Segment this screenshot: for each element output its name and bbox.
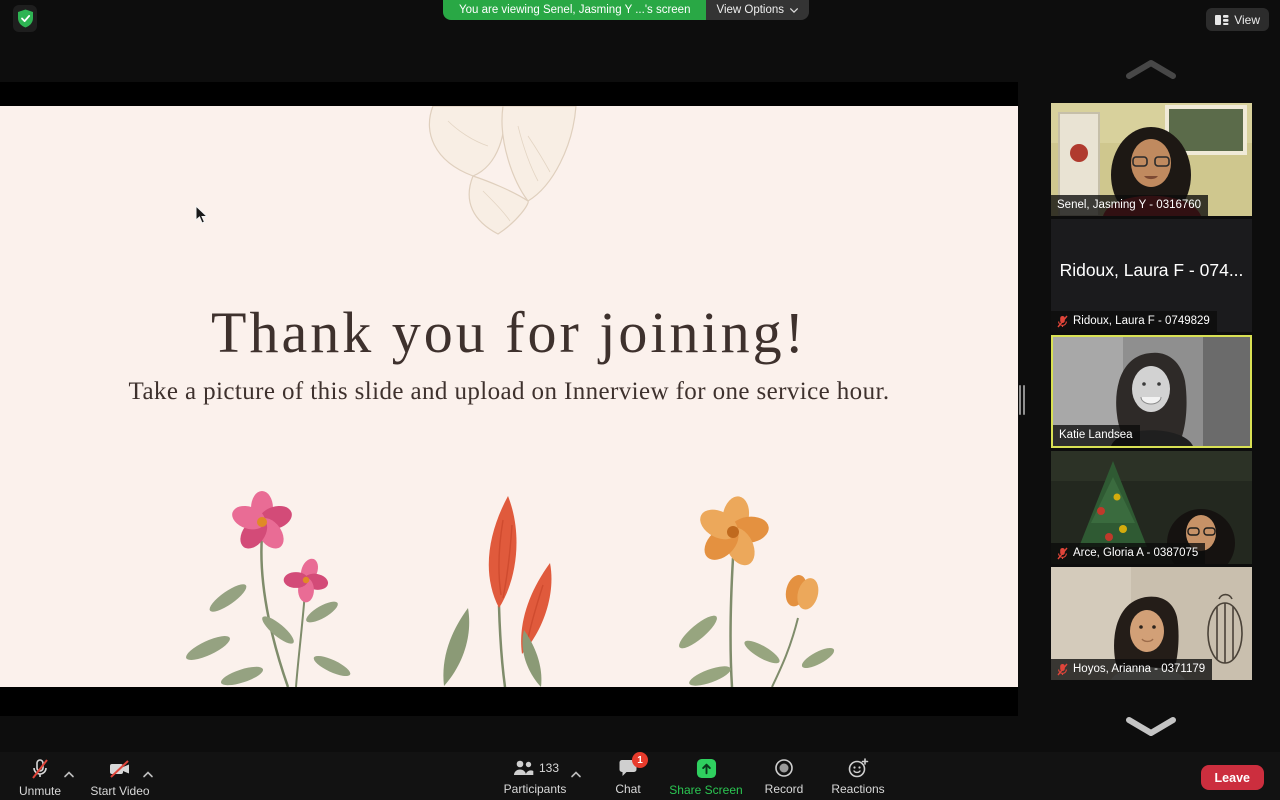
reactions-button[interactable]: Reactions [822,758,894,796]
remote-cursor-icon [195,205,209,224]
viewing-banner-text: You are viewing Senel, Jasming Y ...'s s… [443,0,707,20]
record-button[interactable]: Record [754,758,814,796]
pink-flower [186,491,351,687]
red-spike-flower [443,496,552,687]
sketch-flower-decoration [428,106,577,235]
chevron-down-icon [1126,717,1176,736]
unmute-options-caret[interactable] [63,765,75,783]
muted-mic-icon [1057,663,1068,675]
participants-count: 133 [538,761,560,775]
participant-tile-katie-active-speaker[interactable]: Katie Landsea [1051,335,1252,448]
chat-button[interactable]: 1 Chat [602,752,654,796]
share-screen-label: Share Screen [669,783,743,797]
participants-options-caret[interactable] [570,765,582,783]
orange-flower [679,496,835,687]
participant-name-label: Arce, Gloria A - 0387075 [1051,543,1206,564]
record-circle-icon [775,759,793,777]
unmute-button[interactable]: Unmute [10,758,70,798]
view-options-label: View Options [716,4,785,16]
security-button[interactable] [13,5,37,32]
start-video-label: Start Video [90,784,150,798]
people-icon [513,760,534,775]
share-screen-arrow-icon [696,758,716,779]
video-options-caret[interactable] [142,765,154,783]
presentation-slide: Thank you for joining! Take a picture of… [0,106,1018,687]
participant-tile-senel[interactable]: Senel, Jasming Y - 0316760 [1051,103,1252,216]
muted-mic-icon [1057,547,1068,559]
participants-scroll-up[interactable] [1125,58,1177,85]
participants-label: Participants [503,782,567,796]
share-screen-button[interactable]: Share Screen [664,758,748,797]
participant-name-label: Hoyos, Arianna - 0371179 [1051,659,1213,680]
watercolor-flowers [186,491,835,687]
participants-button[interactable]: 133 Participants [492,758,578,796]
participant-strip: Senel, Jasming Y - 0316760 Ridoux, Laura… [1051,103,1252,683]
video-camera-slash-icon [110,760,129,778]
view-options-button[interactable]: View Options [706,0,810,20]
chat-label: Chat [615,782,641,796]
participant-tile-hoyos[interactable]: Hoyos, Arianna - 0371179 [1051,567,1252,680]
layout-view-icon [1215,14,1229,25]
record-label: Record [764,782,804,796]
view-button[interactable]: View [1206,8,1269,31]
muted-mic-icon [1057,315,1068,327]
panel-resize-handle[interactable] [1018,385,1026,415]
unmute-label: Unmute [18,784,62,798]
microphone-slash-icon [32,759,48,779]
participant-tile-ridoux[interactable]: Ridoux, Laura F - 074... Ridoux, Laura F… [1051,219,1252,332]
slide-subtitle: Take a picture of this slide and upload … [128,378,890,405]
leave-button[interactable]: Leave [1200,765,1264,790]
participant-name-label: Senel, Jasming Y - 0316760 [1051,195,1209,216]
participant-name-label: Katie Landsea [1053,425,1140,446]
shared-screen-area: Thank you for joining! Take a picture of… [0,82,1018,716]
chevron-down-icon [790,7,798,13]
chat-unread-badge: 1 [632,752,648,768]
slide-title: Thank you for joining! [211,300,807,365]
chevron-up-icon [1126,60,1176,79]
participant-tile-arce[interactable]: Arce, Gloria A - 0387075 [1051,451,1252,564]
screen-share-banner: You are viewing Senel, Jasming Y ...'s s… [443,0,810,20]
meeting-toolbar: Unmute Start Video 133 Participants 1 Ch… [0,752,1280,800]
shield-check-icon [17,9,33,28]
reactions-label: Reactions [831,782,885,796]
smiley-plus-icon [848,758,869,778]
participant-name-label: Ridoux, Laura F - 0749829 [1051,311,1217,332]
view-button-label: View [1234,12,1260,27]
participants-scroll-down[interactable] [1125,716,1177,743]
